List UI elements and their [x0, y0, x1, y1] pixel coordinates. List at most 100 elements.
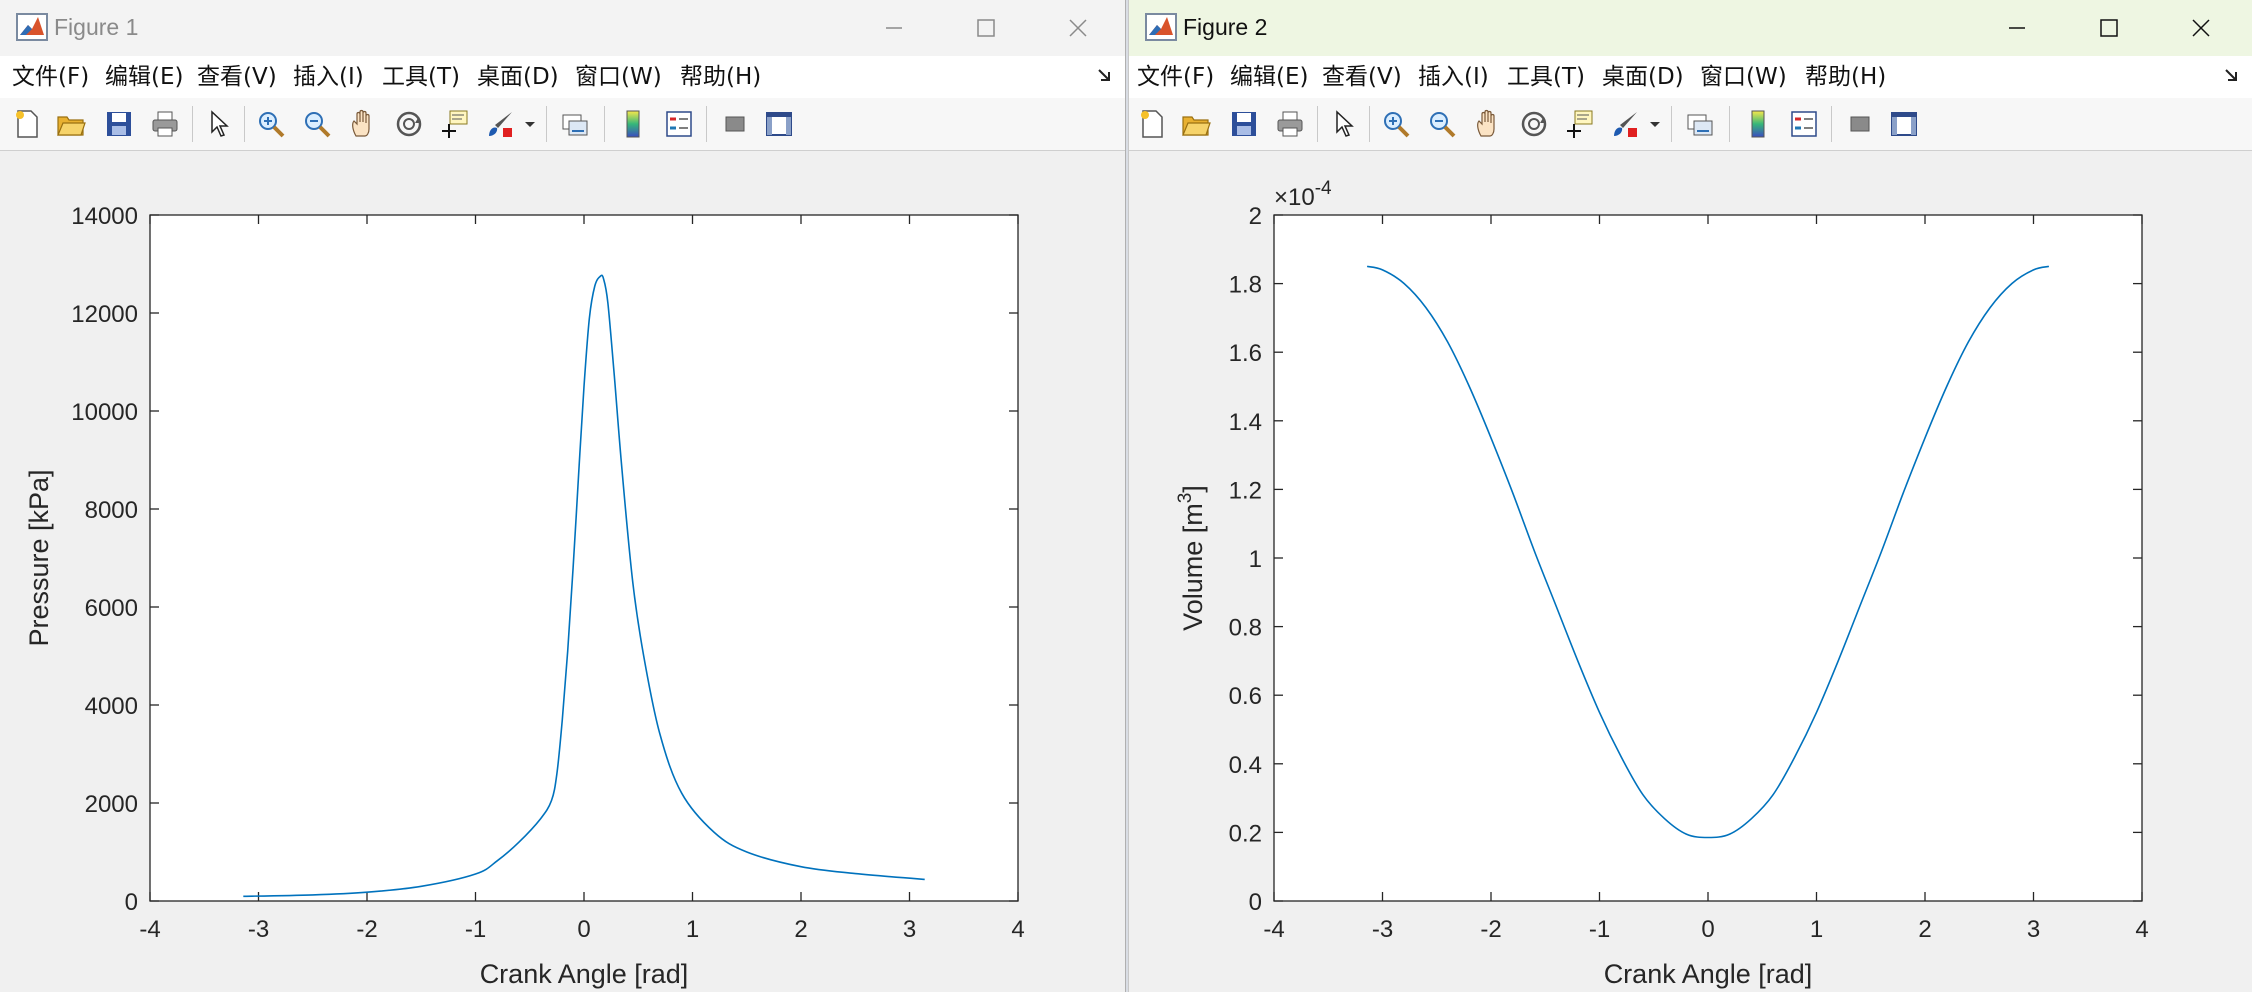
dock-arrow-icon[interactable] [1097, 66, 1115, 89]
x-tick-label: 4 [1011, 916, 1024, 943]
brush-dropdown-icon[interactable] [520, 105, 540, 143]
save-icon[interactable] [1225, 105, 1263, 143]
dock-arrow-icon[interactable] [2224, 66, 2242, 89]
y-tick-label: 6000 [85, 595, 138, 622]
new-figure-icon[interactable] [1133, 105, 1171, 143]
menu-file[interactable]: 文件(F) [1137, 63, 1214, 91]
open-file-icon[interactable] [52, 105, 90, 143]
data-cursor-icon[interactable] [1561, 105, 1599, 143]
zoom-out-icon[interactable] [298, 105, 336, 143]
x-axis-label: Crank Angle [rad] [1604, 959, 1813, 989]
menu-window[interactable]: 窗口(W) [575, 63, 662, 91]
close-button[interactable] [2155, 0, 2247, 56]
menu-bar: 文件(F) 编辑(E) 查看(V) 插入(I) 工具(T) 桌面(D) 窗口(W… [1129, 56, 2252, 98]
zoom-out-icon[interactable] [1423, 105, 1461, 143]
y-tick-label: 4000 [85, 693, 138, 720]
menu-view[interactable]: 查看(V) [197, 63, 277, 91]
axes-background[interactable] [150, 215, 1018, 901]
pan-hand-icon[interactable] [1469, 105, 1507, 143]
y-tick-label: 10000 [71, 399, 138, 426]
x-tick-label: 3 [903, 916, 916, 943]
brush-icon[interactable] [1607, 105, 1645, 143]
y-tick-label: 0 [1249, 889, 1262, 916]
y-axis-label: Pressure [kPa] [24, 469, 54, 646]
maximize-button[interactable] [2063, 0, 2155, 56]
title-bar[interactable]: Figure 1 [0, 0, 1125, 56]
rotate-3d-icon[interactable] [1515, 105, 1553, 143]
zoom-in-icon[interactable] [252, 105, 290, 143]
figure-window-1: Figure 1 文件(F) 编辑(E) 查看(V) 插入(I) 工具(T) 桌… [0, 0, 1126, 992]
menu-desktop[interactable]: 桌面(D) [1602, 63, 1684, 91]
y-tick-label: 1 [1249, 546, 1262, 573]
zoom-in-icon[interactable] [1377, 105, 1415, 143]
brush-icon[interactable] [482, 105, 520, 143]
x-tick-label: -1 [1589, 916, 1610, 943]
y-tick-label: 8000 [85, 497, 138, 524]
menu-insert[interactable]: 插入(I) [293, 63, 364, 91]
open-file-icon[interactable] [1177, 105, 1215, 143]
y-tick-label: 1.8 [1229, 272, 1262, 299]
x-tick-label: 0 [577, 916, 590, 943]
menu-insert[interactable]: 插入(I) [1418, 63, 1489, 91]
matlab-icon [16, 11, 48, 43]
minimize-button[interactable] [1971, 0, 2063, 56]
hide-plot-tools-icon[interactable] [716, 105, 754, 143]
colorbar-icon[interactable] [1739, 105, 1777, 143]
y-tick-label: 0.6 [1229, 683, 1262, 710]
x-tick-label: 2 [1918, 916, 1931, 943]
select-arrow-icon[interactable] [200, 105, 238, 143]
volume-chart: -4 -3 -2 -1 0 1 2 3 4 0 0.2 0.4 0.6 0.8 1 1.2 1.4 1.6 1.8 2… [1175, 178, 2149, 989]
x-tick-label: -1 [465, 916, 486, 943]
menu-window[interactable]: 窗口(W) [1700, 63, 1787, 91]
x-axis-label: Crank Angle [rad] [480, 959, 689, 989]
x-tick-label: 1 [686, 916, 699, 943]
menu-view[interactable]: 查看(V) [1322, 63, 1402, 91]
title-bar[interactable]: Figure 2 [1129, 0, 2252, 56]
pan-hand-icon[interactable] [344, 105, 382, 143]
y-tick-label: 0 [125, 889, 138, 916]
print-icon[interactable] [146, 105, 184, 143]
menu-help[interactable]: 帮助(H) [1805, 63, 1886, 91]
x-tick-label: -3 [248, 916, 269, 943]
menu-file[interactable]: 文件(F) [12, 63, 89, 91]
legend-icon[interactable] [660, 105, 698, 143]
show-plot-tools-icon[interactable] [1885, 105, 1923, 143]
hide-plot-tools-icon[interactable] [1841, 105, 1879, 143]
figure-area: -4 -3 -2 -1 0 1 2 3 4 0 0.2 0.4 0.6 0.8 1 1.2 1.4 1.6 1.8 2… [1129, 151, 2252, 992]
x-tick-label: 3 [2027, 916, 2040, 943]
brush-dropdown-icon[interactable] [1645, 105, 1665, 143]
new-figure-icon[interactable] [8, 105, 46, 143]
x-tick-label: 1 [1810, 916, 1823, 943]
axes-background[interactable] [1274, 215, 2142, 901]
y-tick-label: 2000 [85, 791, 138, 818]
x-tick-label: -3 [1372, 916, 1393, 943]
maximize-button[interactable] [940, 0, 1032, 56]
y-tick-label: 14000 [71, 203, 138, 230]
x-tick-label: 4 [2135, 916, 2148, 943]
x-tick-label: -2 [356, 916, 377, 943]
save-icon[interactable] [100, 105, 138, 143]
print-icon[interactable] [1271, 105, 1309, 143]
x-tick-label: -4 [1263, 916, 1284, 943]
menu-tools[interactable]: 工具(T) [382, 63, 460, 91]
rotate-3d-icon[interactable] [390, 105, 428, 143]
axis-exponent-label: ×10-4 [1274, 178, 1332, 211]
y-tick-label: 1.6 [1229, 340, 1262, 367]
close-button[interactable] [1032, 0, 1124, 56]
link-plot-icon[interactable] [556, 105, 594, 143]
minimize-button[interactable] [848, 0, 940, 56]
link-plot-icon[interactable] [1681, 105, 1719, 143]
menu-help[interactable]: 帮助(H) [680, 63, 761, 91]
x-tick-label: -2 [1480, 916, 1501, 943]
y-axis-label: Volume [m3] [1175, 485, 1208, 631]
y-tick-label: 0.2 [1229, 820, 1262, 847]
colorbar-icon[interactable] [614, 105, 652, 143]
menu-tools[interactable]: 工具(T) [1507, 63, 1585, 91]
select-arrow-icon[interactable] [1325, 105, 1363, 143]
legend-icon[interactable] [1785, 105, 1823, 143]
menu-edit[interactable]: 编辑(E) [105, 63, 183, 91]
data-cursor-icon[interactable] [436, 105, 474, 143]
menu-edit[interactable]: 编辑(E) [1230, 63, 1308, 91]
show-plot-tools-icon[interactable] [760, 105, 798, 143]
menu-desktop[interactable]: 桌面(D) [477, 63, 559, 91]
